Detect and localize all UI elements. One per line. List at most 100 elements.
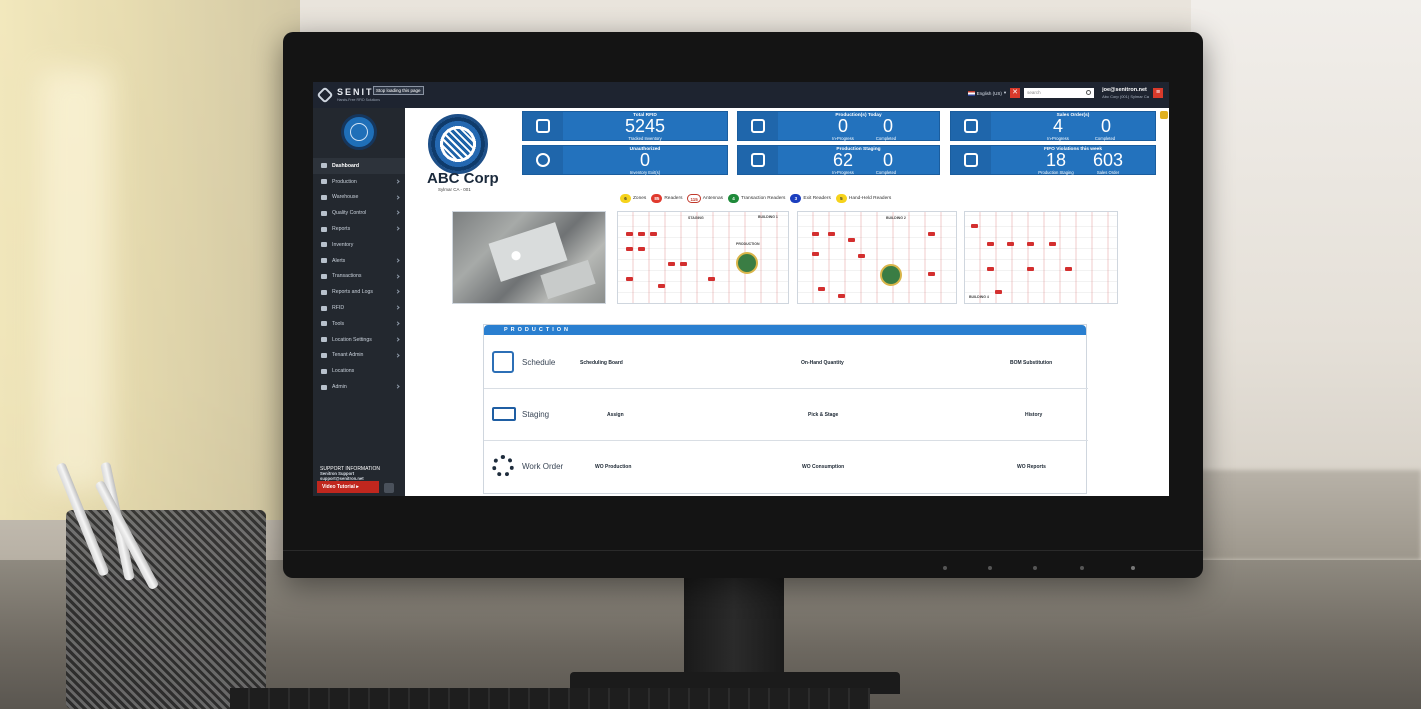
reader-marker[interactable] [995, 290, 1002, 294]
reader-marker[interactable] [987, 242, 994, 246]
sidebar-item-production[interactable]: Production [313, 174, 405, 190]
sidebar-item-tools[interactable]: Tools [313, 316, 405, 332]
reader-marker[interactable] [828, 232, 835, 236]
video-tutorial-button[interactable]: Video Tutorial ▸ [317, 481, 379, 493]
legend-transaction-readers[interactable]: 4 Transaction Readers [728, 194, 785, 203]
sidebar-item-dashboard[interactable]: Dashboard [313, 158, 405, 174]
monitor-button[interactable] [1080, 566, 1084, 570]
reader-marker[interactable] [650, 232, 657, 236]
stat-label: In-Progress [1047, 136, 1069, 141]
reader-marker[interactable] [928, 272, 935, 276]
sidebar-item-location-settings[interactable]: Location Settings [313, 332, 405, 348]
dashboard-main: ABC Corp Sylmar CA - 001 Total RFID 5245… [405, 108, 1169, 496]
sidebar-item-inventory[interactable]: Inventory [313, 237, 405, 253]
map-label: PRODUCTION [736, 242, 760, 246]
legend-antennas[interactable]: 115 Antennas [687, 194, 723, 203]
assign-link[interactable]: Assign [607, 412, 624, 418]
user-menu[interactable]: joe@senitron.net Abc Corp (001) Sylmar C… [1102, 87, 1149, 99]
reader-marker[interactable] [812, 232, 819, 236]
reader-marker[interactable] [971, 224, 978, 228]
reader-marker[interactable] [858, 254, 865, 258]
legend-zones[interactable]: 6 Zones [620, 194, 646, 203]
tag-icon [321, 305, 327, 311]
sidebar-item-alerts[interactable]: Alerts [313, 253, 405, 269]
pick-and-stage-link[interactable]: Pick & Stage [808, 412, 838, 418]
sidebar-item-quality-control[interactable]: Quality Control [313, 205, 405, 221]
boxes-icon [536, 119, 550, 133]
legend-count: 4 [728, 194, 740, 203]
reader-marker[interactable] [1049, 242, 1056, 246]
legend-count: 3 [790, 194, 802, 203]
legend-readers[interactable]: 85 Readers [651, 194, 682, 203]
menu-icon[interactable]: ≡ [1153, 88, 1163, 99]
reader-marker[interactable] [638, 247, 645, 251]
map-label: STAGING [688, 216, 704, 220]
legend-exit-readers[interactable]: 3 Exit Readers [790, 194, 831, 203]
wo-consumption-link[interactable]: WO Consumption [802, 464, 844, 470]
reader-marker[interactable] [818, 287, 825, 291]
reader-marker[interactable] [812, 252, 819, 256]
reader-marker[interactable] [626, 232, 633, 236]
sidebar-item-rfid[interactable]: RFID [313, 300, 405, 316]
monitor-button[interactable] [943, 566, 947, 570]
reader-marker[interactable] [1027, 267, 1034, 271]
monitor-button[interactable] [1033, 566, 1037, 570]
reader-marker[interactable] [638, 232, 645, 236]
stat-label: Inventory Exit(s) [629, 170, 661, 175]
sidebar-item-warehouse[interactable]: Warehouse [313, 190, 405, 206]
sidebar-item-transactions[interactable]: Transactions [313, 269, 405, 285]
stat-sales-orders[interactable]: Sales Order(s) 4 0 In-Progress Completed [950, 111, 1156, 141]
reader-marker[interactable] [1065, 267, 1072, 271]
legend-hand-held-readers[interactable]: 5 Hand-Held Readers [835, 194, 891, 203]
reader-marker[interactable] [708, 277, 715, 281]
map-label: BUILDING 2 [886, 216, 906, 220]
sidebar-item-admin[interactable]: Admin [313, 379, 405, 395]
settings-icon[interactable] [384, 483, 394, 493]
search-input[interactable]: search [1024, 88, 1095, 99]
reader-marker[interactable] [848, 238, 855, 242]
reader-marker[interactable] [626, 277, 633, 281]
reader-marker[interactable] [680, 262, 687, 266]
floorplan-building-4[interactable]: BUILDING 4 [964, 211, 1118, 304]
aerial-map[interactable]: ⬤ [452, 211, 606, 304]
floorplan-building-1[interactable]: STAGING BUILDING 1 PRODUCTION [617, 211, 789, 304]
stat-total-rfid[interactable]: Total RFID 5245 Tracked Inventory [522, 111, 728, 141]
sidebar-item-label: Warehouse [332, 194, 359, 201]
reader-marker[interactable] [658, 284, 665, 288]
wo-production-link[interactable]: WO Production [595, 464, 631, 470]
reader-marker[interactable] [928, 232, 935, 236]
reader-marker[interactable] [987, 267, 994, 271]
stat-fifo-violations[interactable]: FIFO Violations this week 18 603 Product… [950, 145, 1156, 175]
history-link[interactable]: History [1025, 412, 1042, 418]
monitor-button[interactable] [988, 566, 992, 570]
stat-production-staging[interactable]: Production Staging 62 0 In-Progress Comp… [737, 145, 940, 175]
search-icon[interactable] [1086, 90, 1092, 96]
language-select[interactable]: English (US) ▾ [967, 90, 1006, 96]
reader-marker[interactable] [838, 294, 845, 298]
sidebar-item-locations[interactable]: Locations [313, 363, 405, 379]
video-tutorial-label: Video Tutorial [322, 484, 355, 490]
browser-tooltip: Stop loading this page [373, 86, 424, 95]
on-hand-quantity-link[interactable]: On-Hand Quantity [801, 360, 844, 366]
wo-reports-link[interactable]: WO Reports [1017, 464, 1046, 470]
sidebar-item-tenant-admin[interactable]: Tenant Admin [313, 348, 405, 364]
floorplan-building-2[interactable]: BUILDING 2 [797, 211, 957, 304]
sidebar-globe-logo [341, 114, 377, 150]
stat-unauthorized[interactable]: Unauthorized 0 Inventory Exit(s) [522, 145, 728, 175]
search-placeholder: search [1027, 90, 1041, 96]
scheduling-board-link[interactable]: Scheduling Board [580, 360, 623, 366]
bom-substitution-link[interactable]: BOM Substitution [1010, 360, 1052, 366]
gear-icon[interactable] [1160, 111, 1168, 119]
chevron-icon [395, 352, 400, 358]
reader-marker[interactable] [668, 262, 675, 266]
sidebar-item-label: Tenant Admin [332, 352, 364, 359]
reader-marker[interactable] [1027, 242, 1034, 246]
power-icon[interactable] [1131, 566, 1135, 570]
chevron-icon [395, 321, 400, 326]
reader-marker[interactable] [626, 247, 633, 251]
close-icon[interactable]: ✕ [1010, 88, 1021, 99]
stat-production-today[interactable]: Production(s) Today 0 0 In-Progress Comp… [737, 111, 940, 141]
reader-marker[interactable] [1007, 242, 1014, 246]
sidebar-item-reports[interactable]: Reports [313, 221, 405, 237]
sidebar-item-reports-and-logs[interactable]: Reports and Logs [313, 284, 405, 300]
